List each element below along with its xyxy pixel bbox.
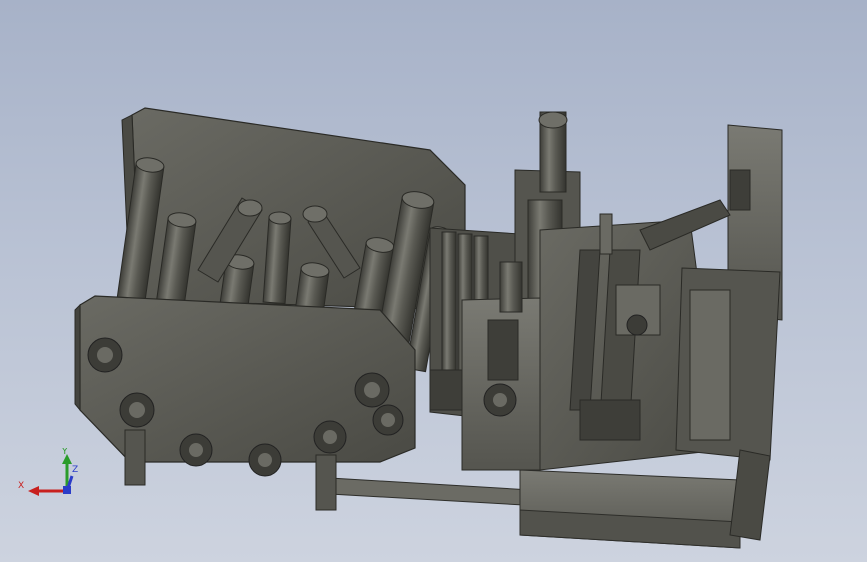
y-axis-label: Y [61,448,68,457]
base-frame[interactable] [329,469,741,549]
cad-graphics-viewport[interactable]: X Y Z [0,0,867,562]
machine-assembly-model[interactable] [0,0,867,562]
triad-origin [63,486,71,494]
x-axis-label: X [18,481,24,491]
orientation-triad: X Y Z [18,448,78,496]
x-axis-arrowhead [28,486,39,496]
z-axis-label: Z [72,465,78,475]
